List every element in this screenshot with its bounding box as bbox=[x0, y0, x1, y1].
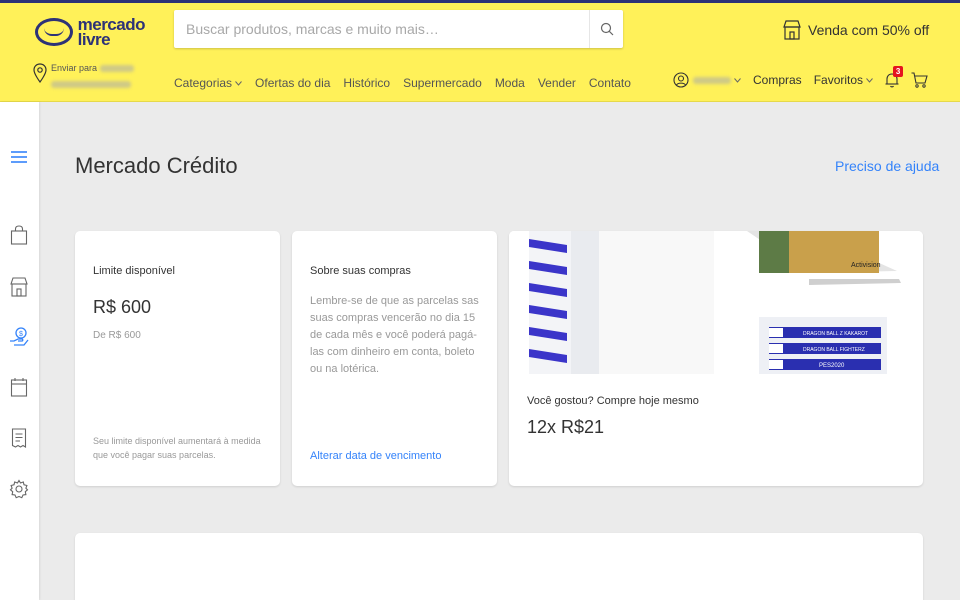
search-icon bbox=[600, 22, 613, 36]
nav-sell[interactable]: Vender bbox=[538, 76, 576, 90]
purchases-title: Sobre suas compras bbox=[310, 265, 411, 277]
store-promo-icon bbox=[783, 20, 801, 40]
svg-text:$: $ bbox=[19, 331, 23, 338]
nav-categories[interactable]: Categorias bbox=[174, 76, 242, 90]
cart-icon bbox=[911, 72, 928, 88]
location-label: Enviar para bbox=[51, 63, 134, 73]
lower-content-card bbox=[75, 533, 923, 600]
notifications-button[interactable]: 3 bbox=[885, 66, 904, 88]
handshake-logo-icon bbox=[35, 18, 73, 46]
header: mercado livre Venda com 50% off Enviar p… bbox=[0, 3, 960, 102]
location-pin-icon bbox=[33, 63, 47, 83]
search-button[interactable] bbox=[589, 10, 623, 48]
nav-supermarket[interactable]: Supermercado bbox=[403, 76, 482, 90]
promo-price: 12x R$21 bbox=[527, 417, 605, 437]
settings-icon[interactable] bbox=[8, 478, 30, 500]
delivery-location[interactable]: Enviar para bbox=[33, 63, 134, 91]
chevron-down-icon bbox=[866, 77, 873, 83]
limit-total: De R$ 600 bbox=[93, 330, 141, 341]
nav-history[interactable]: Histórico bbox=[343, 76, 390, 90]
location-address-redacted bbox=[51, 81, 131, 89]
product-image: Activision DRAGON BALL Z KAKAROT DRAGON … bbox=[509, 231, 923, 374]
calendar-icon[interactable] bbox=[8, 376, 30, 398]
purchases-info-card: Sobre suas compras Lembre-se de que as p… bbox=[292, 231, 497, 486]
sidebar: $ bbox=[0, 102, 39, 600]
receipt-icon[interactable] bbox=[8, 427, 30, 449]
user-avatar-icon bbox=[673, 72, 689, 88]
purchases-link[interactable]: Compras bbox=[753, 73, 802, 87]
change-due-date-link[interactable]: Alterar data de vencimento bbox=[310, 450, 441, 462]
promo-text: Venda com 50% off bbox=[808, 22, 930, 38]
nav-fashion[interactable]: Moda bbox=[495, 76, 525, 90]
promo-img-text-kakarot: DRAGON BALL Z KAKAROT bbox=[803, 331, 868, 337]
promo-img-text-activision: Activision bbox=[851, 262, 881, 269]
credit-hand-icon[interactable]: $ bbox=[8, 326, 30, 348]
product-promo-card[interactable]: Activision DRAGON BALL Z KAKAROT DRAGON … bbox=[509, 231, 923, 486]
search-input[interactable] bbox=[174, 10, 589, 48]
purchases-body: Lembre-se de que as parcelas sas suas co… bbox=[310, 295, 479, 375]
menu-icon[interactable] bbox=[8, 146, 30, 168]
mercado-livre-logo[interactable]: mercado livre bbox=[35, 13, 146, 51]
help-link[interactable]: Preciso de ajuda bbox=[835, 158, 939, 174]
user-account-menu[interactable] bbox=[673, 72, 741, 88]
store-icon[interactable] bbox=[8, 276, 30, 298]
promo-img-text-pes: PES2020 bbox=[819, 363, 845, 369]
limit-footnote: Seu limite disponível aumentará à medida… bbox=[93, 436, 261, 460]
user-name-redacted bbox=[693, 76, 731, 84]
nav-offers[interactable]: Ofertas do dia bbox=[255, 76, 330, 90]
search-bar bbox=[174, 10, 623, 48]
page-title: Mercado Crédito bbox=[75, 153, 238, 178]
promo-title: Você gostou? Compre hoje mesmo bbox=[527, 395, 699, 407]
shopping-bag-icon[interactable] bbox=[8, 224, 30, 246]
cart-button[interactable] bbox=[911, 72, 928, 88]
available-limit-card: Limite disponível R$ 600 De R$ 600 Seu l… bbox=[75, 231, 280, 486]
limit-amount: R$ 600 bbox=[93, 297, 152, 317]
chevron-down-icon bbox=[734, 77, 741, 83]
sell-promo-link[interactable]: Venda com 50% off bbox=[782, 19, 929, 41]
user-menu-area: Compras Favoritos 3 bbox=[673, 66, 940, 88]
favorites-menu[interactable]: Favoritos bbox=[814, 73, 873, 87]
logo-text-line2: livre bbox=[77, 30, 111, 49]
chevron-down-icon bbox=[235, 80, 242, 86]
notification-badge: 3 bbox=[893, 66, 904, 77]
top-nav: Categorias Ofertas do dia Histórico Supe… bbox=[174, 76, 644, 90]
nav-contact[interactable]: Contato bbox=[589, 76, 631, 90]
limit-title: Limite disponível bbox=[93, 265, 175, 277]
promo-img-text-fighterz: DRAGON BALL FIGHTERZ bbox=[803, 347, 865, 353]
